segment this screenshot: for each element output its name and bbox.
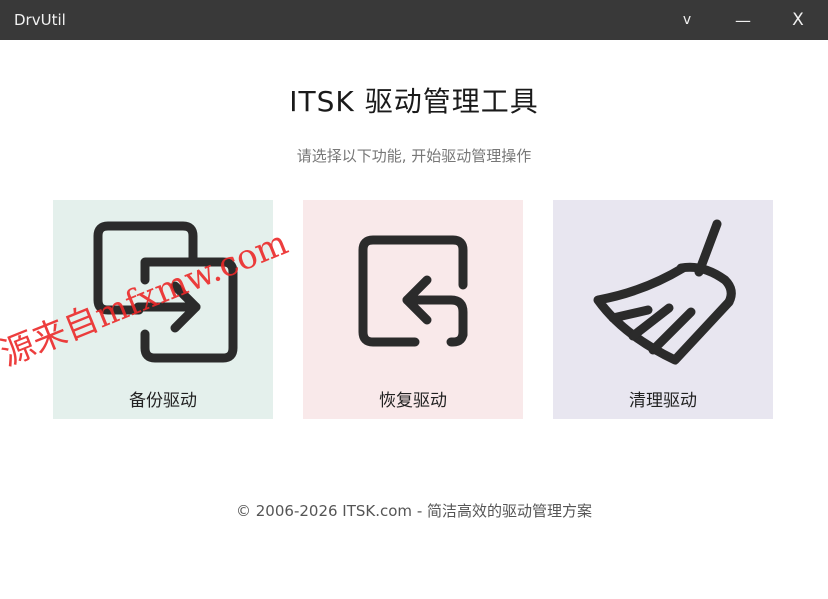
backup-driver-label: 备份驱动 — [129, 391, 197, 411]
clean-driver-label: 清理驱动 — [629, 391, 697, 411]
page-subtitle: 请选择以下功能, 开始驱动管理操作 — [296, 147, 532, 165]
close-button[interactable]: X — [775, 0, 821, 40]
page-title: ITSK 驱动管理工具 — [289, 85, 539, 118]
title-bar: DrvUtil v — X — [0, 0, 828, 40]
minimize-button[interactable]: — — [720, 0, 766, 40]
restore-driver-card[interactable]: 恢复驱动 — [303, 200, 523, 419]
window-title: DrvUtil — [14, 11, 66, 29]
restore-driver-label: 恢复驱动 — [379, 391, 447, 411]
clean-driver-card[interactable]: 清理驱动 — [553, 200, 773, 419]
backup-driver-card[interactable]: 备份驱动 — [53, 200, 273, 419]
copyright-footer: © 2006-2026 ITSK.com - 简洁高效的驱动管理方案 — [236, 502, 592, 520]
collapse-button[interactable]: v — [664, 0, 710, 40]
